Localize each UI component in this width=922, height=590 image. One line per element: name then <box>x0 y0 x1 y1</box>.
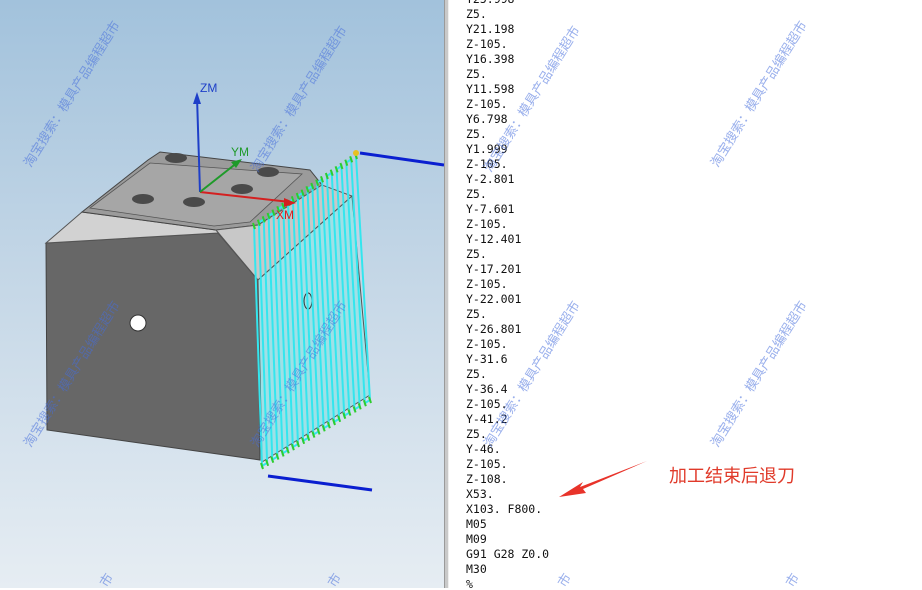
axis-label-xm: XM <box>276 208 294 222</box>
nc-code-line: % <box>466 577 473 588</box>
nc-code-line: Z-108. <box>466 472 508 486</box>
nc-code-line: Z-105. <box>466 217 508 231</box>
nc-code-line: X53. <box>466 487 494 501</box>
nc-code-line: Z5. <box>466 367 487 381</box>
nc-code-line: G91 G28 Z0.0 <box>466 547 550 561</box>
nc-code-line: Z5. <box>466 187 487 201</box>
nc-code-line: Z-105. <box>466 277 508 291</box>
nc-code-line: M05 <box>466 517 487 531</box>
nc-code-line: Z5. <box>466 7 487 21</box>
nc-code-line: M09 <box>466 532 487 546</box>
nc-code-line: X103. F800. <box>466 502 543 516</box>
part-model-canvas[interactable] <box>0 0 444 588</box>
nc-code-line: Z-105. <box>466 397 508 411</box>
nc-code-line: Z5. <box>466 307 487 321</box>
nc-code-line: Y25.998 <box>466 0 549 7</box>
nc-code-line: Y-22.001 <box>466 292 522 306</box>
nc-code-line: Y-31.6 <box>466 352 508 366</box>
nc-code-line: Z5. <box>466 247 487 261</box>
3d-viewport[interactable]: ZM YM XM <box>0 0 444 588</box>
tool-approach-line <box>359 151 444 167</box>
nc-code-line: Y21.198 <box>466 22 515 36</box>
cube-front-face <box>45 232 261 461</box>
tool-start-point <box>353 150 359 156</box>
nc-code-line: Y-46. <box>466 442 501 456</box>
nc-code-line: Y16.398 <box>466 52 515 66</box>
nc-code-line: Y-26.801 <box>466 322 522 336</box>
nc-code-line: Y-41.2 <box>466 412 508 426</box>
nc-code-line: Z-105. <box>466 37 508 51</box>
nc-code-line: Z5. <box>466 127 487 141</box>
nc-code-line: Z-105. <box>466 157 508 171</box>
nc-code-line: M30 <box>466 562 487 576</box>
front-hole <box>129 314 147 332</box>
nc-code-list: Y25.998Z5.Y21.198Z-105.Y16.398Z5.Y11.598… <box>466 0 549 588</box>
nc-code-line: Z5. <box>466 427 487 441</box>
nc-code-line: Z-105. <box>466 337 508 351</box>
nc-code-line: Y-36.4 <box>466 382 508 396</box>
nc-code-line: Y11.598 <box>466 82 515 96</box>
nc-code-line: Y-12.401 <box>466 232 522 246</box>
nc-code-line: Z-105. <box>466 457 508 471</box>
axis-label-ym: YM <box>231 145 249 159</box>
tool-retract-line <box>267 474 373 492</box>
nc-code-line: Y-2.801 <box>466 172 515 186</box>
nc-code-line: Z5. <box>466 67 487 81</box>
nc-code-line: Y6.798 <box>466 112 508 126</box>
axis-label-zm: ZM <box>200 81 218 95</box>
nc-code-line: Y1.999 <box>466 142 508 156</box>
nc-code-line: Z-105. <box>466 97 508 111</box>
annotation-text: 加工结束后退刀 <box>669 466 795 487</box>
nc-code-line: Y-17.201 <box>466 262 522 276</box>
nc-code-panel[interactable]: Y25.998Z5.Y21.198Z-105.Y16.398Z5.Y11.598… <box>449 0 922 588</box>
nc-code-line: Y-7.601 <box>466 202 515 216</box>
